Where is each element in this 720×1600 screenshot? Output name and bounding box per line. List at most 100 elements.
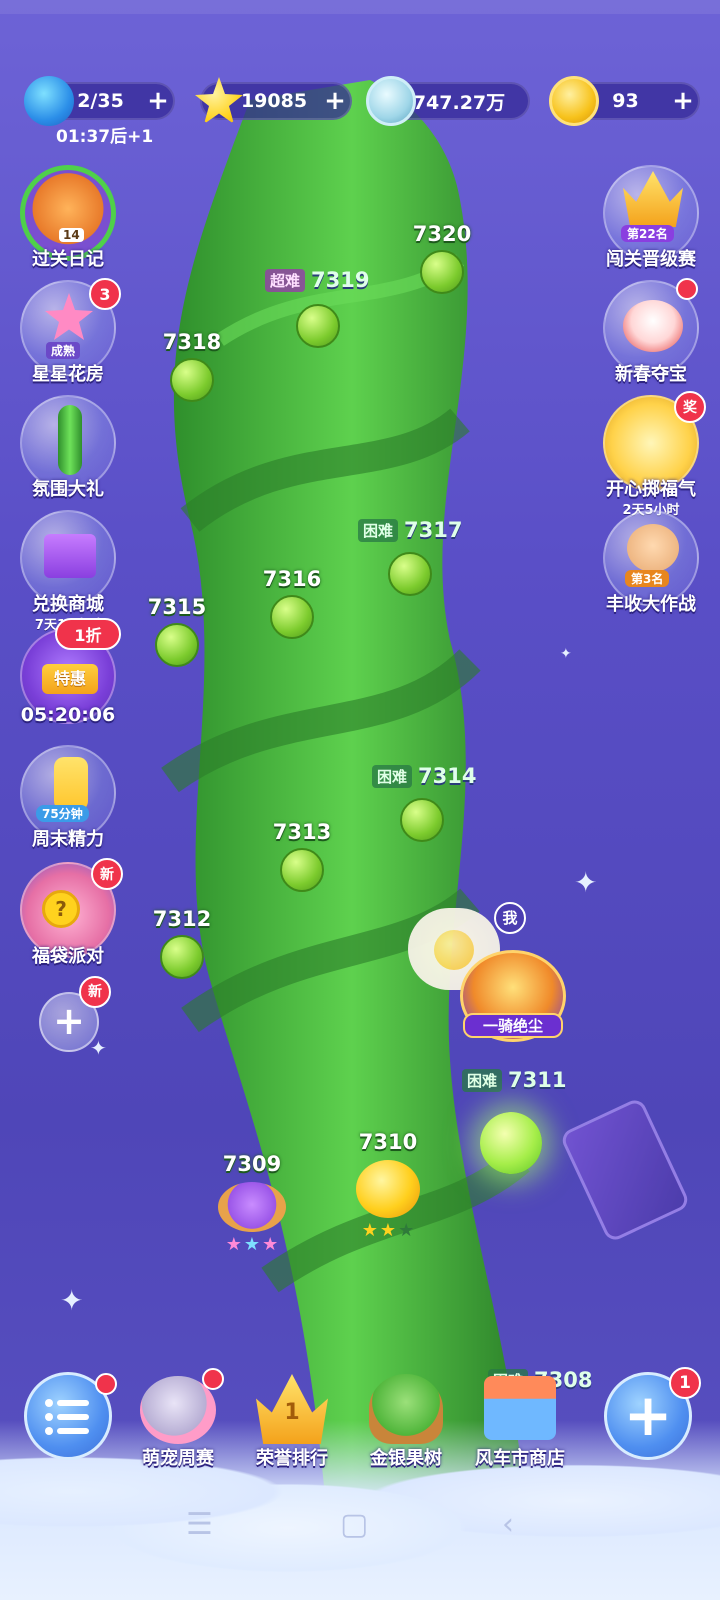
weekend-energy-duration: 75分钟 — [36, 805, 89, 822]
harvest-battle-button[interactable]: 第3名 丰收大作战 — [596, 510, 706, 615]
promotion-race-button[interactable]: 第22名 闯关晋级赛 — [596, 165, 706, 270]
weekend-energy-button[interactable]: 75分钟 周末精力 — [13, 745, 123, 850]
energy-counter[interactable]: 2/35 + — [24, 76, 175, 126]
mature-tag: 成熟 — [46, 342, 81, 359]
level-number: 7309 — [222, 1152, 282, 1176]
level-number: 7313 — [272, 820, 332, 844]
level-node[interactable]: 7318 — [152, 330, 232, 402]
sparkle-icon: ✦ — [574, 866, 598, 899]
level-number: 7318 — [162, 330, 222, 354]
pet-race-label: 萌宠周赛 — [142, 1448, 214, 1469]
happy-dice-button[interactable]: 奖 开心掷福气 2天5小时 — [596, 391, 706, 518]
difficulty-tag: 困难 — [372, 764, 413, 788]
level-7314-fruit[interactable] — [400, 798, 444, 842]
lucky-bag-label: 福袋派对 — [32, 946, 104, 967]
level-number: 7315 — [147, 595, 207, 619]
shop-bag-shape — [44, 534, 96, 578]
star-counter[interactable]: 19085 + — [195, 77, 352, 124]
coin-counter: 747.27万 — [366, 76, 530, 126]
level-label-7314: 困难 7314 — [372, 764, 476, 788]
level-node[interactable]: 7320 — [402, 222, 482, 294]
sparkle-icon: ✦ — [90, 1036, 107, 1060]
lucky-bag-new-badge: 新 — [91, 858, 123, 890]
list-icon — [45, 1399, 89, 1435]
green-fruit-icon — [160, 935, 204, 979]
add-stars-button[interactable]: + — [320, 86, 350, 116]
level-number: 7319 — [311, 268, 370, 292]
green-fruit-icon — [270, 595, 314, 639]
level-node[interactable]: 7315 — [137, 595, 217, 667]
level-number: 7312 — [152, 907, 212, 931]
star-icon: ★ — [361, 1220, 378, 1241]
new-year-treasure-dot — [676, 278, 698, 300]
ambience-gift-button[interactable]: 氛围大礼 — [13, 395, 123, 500]
new-year-treasure-button[interactable]: 新春夺宝 — [596, 278, 706, 385]
gold-crown-icon: 1 — [256, 1374, 328, 1444]
current-level-fruit[interactable] — [480, 1112, 542, 1174]
green-fruit-icon — [280, 848, 324, 892]
menu-notification-dot — [95, 1373, 117, 1395]
windmill-market-label: 风车市商店 — [475, 1448, 565, 1469]
diary-count: 14 — [59, 228, 84, 242]
difficulty-tag: 超难 — [265, 268, 306, 292]
sparkle-icon: ✦ — [60, 1284, 84, 1317]
difficulty-tag: 困难 — [462, 1068, 503, 1092]
diary-label: 过关日记 — [32, 249, 104, 270]
add-gold-button[interactable]: + — [668, 86, 698, 116]
windmill-market-button[interactable]: 风车市商店 — [460, 1370, 580, 1469]
level-diary-button[interactable]: 14 过关日记 — [13, 165, 123, 270]
level-number: 7317 — [404, 518, 463, 542]
system-menu-button[interactable]: ☰ — [186, 1505, 213, 1545]
star-shape — [45, 293, 93, 340]
special-offer-button[interactable]: 特惠 1折 05:20:06 — [13, 618, 123, 726]
level-node[interactable]: 7316 — [252, 567, 332, 639]
menu-list-button[interactable] — [24, 1372, 117, 1460]
star-garden-label: 星星花房 — [32, 364, 104, 385]
level-node[interactable]: 7313 — [262, 820, 342, 892]
add-energy-button[interactable]: + — [143, 86, 173, 116]
level-7319-fruit[interactable] — [296, 304, 340, 348]
add-feature-button[interactable]: + 1 — [604, 1367, 701, 1460]
harvest-battle-label: 丰收大作战 — [606, 594, 696, 615]
exchange-shop-label: 兑换商城 — [32, 594, 104, 615]
gold-silver-tree-button[interactable]: 金银果树 — [346, 1370, 466, 1469]
green-fruit-icon — [155, 623, 199, 667]
player-title-banner: 一骑绝尘 — [463, 1013, 563, 1038]
star-garden-button[interactable]: 成熟 3 星星花房 — [13, 278, 123, 385]
bottom-nav: 萌宠周赛 1 荣誉排行 金银果树 风车市商店 + 1 — [0, 1367, 720, 1480]
plus-icon: + — [53, 999, 85, 1043]
pet-race-notification-dot — [202, 1368, 224, 1390]
harvest-rank: 第3名 — [625, 570, 670, 587]
star-icon: ★ — [225, 1234, 242, 1255]
happy-dice-label: 开心掷福气 — [606, 479, 696, 500]
me-indicator: 我 — [494, 902, 526, 934]
honor-ranking-label: 荣誉排行 — [256, 1448, 328, 1469]
system-back-button[interactable]: ‹ — [502, 1505, 514, 1545]
green-fruit-icon — [420, 250, 464, 294]
money-tree-label: 金银果树 — [370, 1448, 442, 1469]
star-icon: ★ — [379, 1220, 397, 1241]
level-label-7319: 超难 7319 — [265, 268, 369, 292]
pet-weekly-race-button[interactable]: 萌宠周赛 — [118, 1368, 238, 1469]
hamster-fruit-icon — [218, 1182, 286, 1232]
level-label-7311: 困难 7311 — [462, 1068, 566, 1092]
question-coin-shape: ? — [42, 890, 80, 928]
level-node[interactable]: 7312 — [142, 907, 222, 979]
level-node-completed[interactable]: 7309 ★ ★ ★ — [212, 1152, 292, 1254]
gold-coin-icon — [549, 76, 599, 126]
level-node-completed[interactable]: 7310 ★ ★ ★ — [348, 1130, 428, 1240]
promotion-rank: 第22名 — [621, 225, 674, 242]
level-7317-fruit[interactable] — [388, 552, 432, 596]
lucky-bag-party-button[interactable]: ? 新 福袋派对 — [13, 858, 123, 967]
gold-counter[interactable]: 93 + — [549, 76, 700, 126]
honor-ranking-button[interactable]: 1 荣誉排行 — [232, 1370, 352, 1469]
player-avatar[interactable]: 一骑绝尘 — [460, 950, 566, 1042]
lion-head-shape — [623, 300, 683, 352]
add-shortcut-new-badge: 新 — [79, 976, 111, 1008]
level-number: 7316 — [262, 567, 322, 591]
exchange-shop-button[interactable]: 兑换商城 7天15小时 — [13, 510, 123, 633]
system-home-button[interactable]: ▢ — [340, 1505, 368, 1545]
mini-beanstalk-shape — [58, 405, 82, 475]
level-stars: ★ ★ ★ — [348, 1222, 428, 1240]
market-stall-icon — [484, 1376, 556, 1440]
